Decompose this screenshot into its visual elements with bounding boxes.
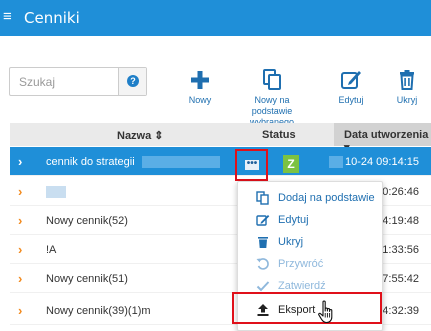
menu-item-label: Przywróć (278, 258, 324, 270)
copy-icon (256, 191, 269, 205)
row-date: 10-24 09:14:15 (328, 156, 419, 169)
copy-icon (263, 69, 281, 90)
row-name: Nowy cennik(39)(1)m (46, 305, 151, 317)
app-header: ≡ Cenniki (0, 0, 431, 36)
chevron-right-icon[interactable]: › (18, 271, 22, 286)
menu-item-add-based-on[interactable]: Dodaj na podstawie (238, 187, 384, 209)
table-header: Nazwa ⇕ Status Data utworzenia ▾ (10, 123, 431, 154)
hamburger-icon[interactable]: ≡ (3, 8, 12, 26)
row-actions-button[interactable]: ••• (235, 149, 268, 181)
menu-item-label: Ukryj (278, 236, 304, 248)
redacted-text (328, 156, 343, 169)
menu-item-edit[interactable]: Edytuj (238, 209, 384, 231)
row-name (46, 186, 66, 199)
search-help-button[interactable]: ? (118, 68, 146, 95)
chevron-right-icon[interactable]: › (18, 213, 22, 228)
menu-item-label: Zatwierdź (278, 280, 326, 292)
page-title: Cenniki (24, 9, 80, 27)
plus-icon (191, 71, 209, 89)
chevron-right-icon[interactable]: › (18, 184, 22, 199)
trash-icon (400, 70, 414, 90)
edit-button-label: Edytuj (338, 95, 364, 105)
menu-item-label: Edytuj (278, 214, 309, 226)
help-icon: ? (127, 75, 139, 87)
edit-icon (341, 71, 361, 89)
redacted-text (46, 186, 66, 199)
trash-icon (258, 237, 268, 248)
column-header-name[interactable]: Nazwa ⇕ (117, 129, 164, 142)
status-badge: Z (283, 155, 299, 173)
more-icon: ••• (245, 158, 259, 170)
undo-icon (256, 258, 269, 270)
hand-cursor-icon (318, 300, 333, 324)
column-header-status: Status (262, 129, 296, 141)
menu-item-label: Dodaj na podstawie (278, 192, 375, 204)
redacted-text (141, 156, 220, 169)
check-icon (256, 281, 270, 292)
row-name: cennik do strategii (46, 156, 220, 169)
hide-button-label: Ukryj (396, 95, 418, 105)
hide-button[interactable]: Ukryj (392, 68, 422, 106)
chevron-right-icon[interactable]: › (18, 303, 22, 318)
search-input[interactable] (10, 68, 118, 95)
export-highlight (232, 292, 382, 324)
edit-icon (256, 215, 270, 226)
menu-item-restore[interactable]: Przywróć (238, 253, 384, 275)
search-box: ? (9, 67, 147, 96)
chevron-right-icon[interactable]: › (18, 242, 22, 257)
table-row[interactable]: › cennik do strategii 10-24 09:14:15 (10, 147, 431, 176)
menu-item-hide[interactable]: Ukryj (238, 231, 384, 253)
new-button-label: Nowy (188, 95, 212, 105)
new-button[interactable]: Nowy (182, 68, 218, 106)
column-header-date[interactable]: Data utworzenia ▾ (334, 123, 431, 154)
row-name: !A (46, 244, 57, 256)
row-date-text: 10-24 09:14:15 (344, 156, 419, 168)
chevron-right-icon[interactable]: › (18, 154, 22, 169)
row-name: Nowy cennik(51) (46, 273, 128, 285)
row-name: Nowy cennik(52) (46, 215, 128, 227)
row-name-text: cennik do strategii (46, 156, 135, 168)
new-from-selected-button[interactable]: Nowy na podstawie wybranego (238, 68, 306, 128)
edit-button[interactable]: Edytuj (334, 68, 368, 106)
